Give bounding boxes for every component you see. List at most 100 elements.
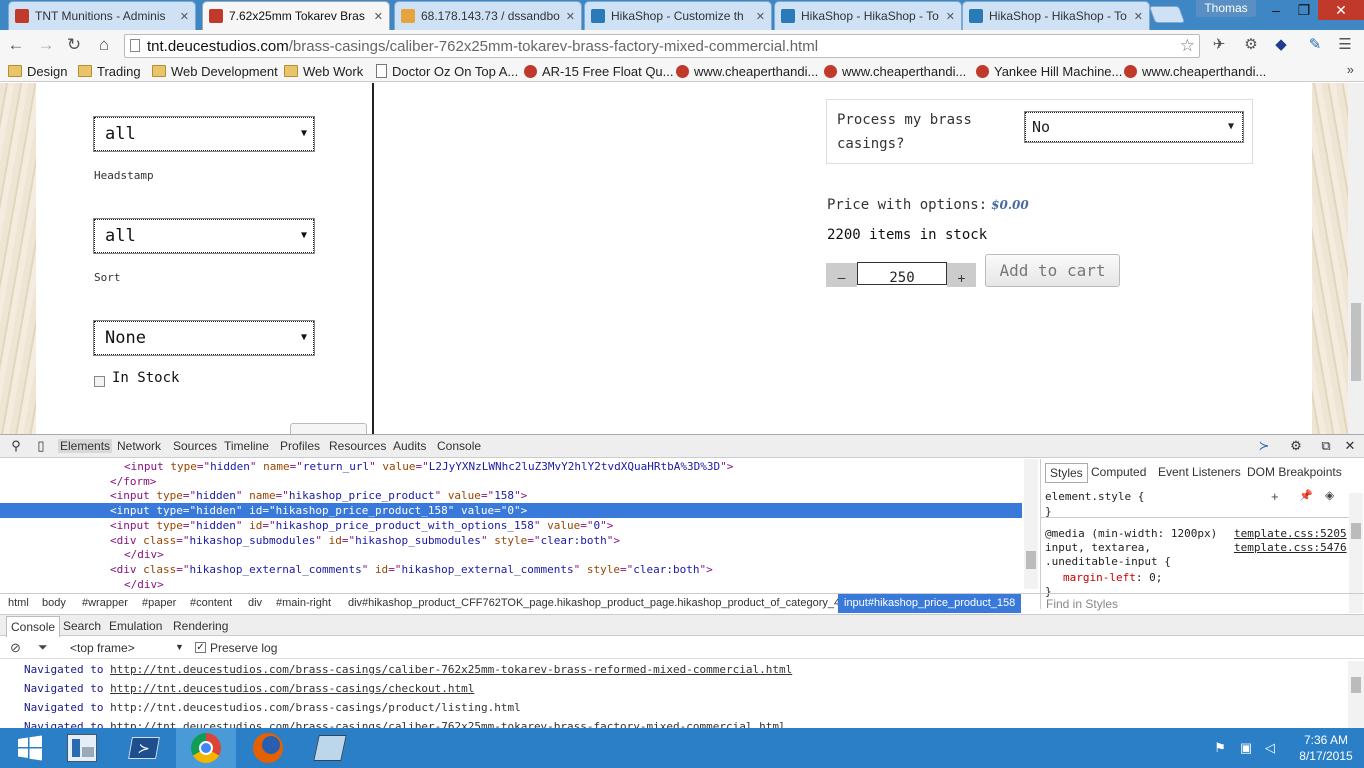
- page-scrollbar-thumb[interactable]: [1351, 303, 1361, 381]
- action-center-flag-icon[interactable]: ⚑: [1212, 740, 1228, 756]
- tab-close-icon[interactable]: ✕: [180, 10, 189, 23]
- breadcrumb-item[interactable]: #content: [190, 597, 232, 609]
- quantity-decrease-button[interactable]: –: [826, 263, 857, 287]
- breadcrumb-item[interactable]: #paper: [142, 597, 176, 609]
- rule-selector[interactable]: input, textarea,: [1045, 541, 1151, 554]
- new-tab-button[interactable]: [1148, 6, 1186, 23]
- server-manager-icon[interactable]: [52, 728, 112, 768]
- styles-tab-event-listeners[interactable]: Event Listeners: [1158, 465, 1241, 479]
- breadcrumb-item[interactable]: html: [8, 597, 29, 609]
- devtools-tab-console[interactable]: Console: [437, 439, 481, 453]
- tab-close-icon[interactable]: ✕: [374, 10, 383, 23]
- bookmark-item[interactable]: Web Development: [152, 62, 278, 80]
- profile-name-badge[interactable]: Thomas: [1196, 0, 1256, 17]
- frame-selector[interactable]: <top frame>: [70, 641, 135, 655]
- breadcrumb-item[interactable]: #wrapper: [82, 597, 128, 609]
- browser-tab[interactable]: TNT Munitions - Adminis ✕: [8, 1, 196, 30]
- devtools-tab-audits[interactable]: Audits: [393, 439, 426, 453]
- add-style-rule-icon[interactable]: +: [1271, 489, 1279, 504]
- system-clock[interactable]: 7:36 AM 8/17/2015: [1296, 732, 1356, 764]
- dom-tree[interactable]: <input type="hidden" name="return_url" v…: [0, 459, 1022, 589]
- sort-select[interactable]: None ▼: [93, 320, 315, 356]
- browser-tab[interactable]: HikaShop - Customize th ✕: [584, 1, 772, 30]
- frame-selector-arrow-icon[interactable]: ▼: [175, 642, 184, 652]
- firefox-icon[interactable]: [238, 728, 298, 768]
- devtools-tab-profiles[interactable]: Profiles: [280, 439, 320, 453]
- css-declaration[interactable]: margin-left: 0;: [1063, 571, 1162, 584]
- tab-close-icon[interactable]: ✕: [946, 10, 955, 23]
- drawer-tab-emulation[interactable]: Emulation: [109, 619, 162, 633]
- forward-icon[interactable]: →: [36, 35, 56, 55]
- bookmark-item[interactable]: Yankee Hill Machine...: [976, 62, 1122, 80]
- dock-side-icon[interactable]: ⧉: [1318, 438, 1334, 454]
- bookmark-item[interactable]: Trading: [78, 62, 141, 80]
- browser-tab[interactable]: HikaShop - HikaShop - To ✕: [962, 1, 1150, 30]
- tab-close-icon[interactable]: ✕: [756, 10, 765, 23]
- console-scrollbar[interactable]: [1348, 661, 1364, 729]
- devtools-tab-elements[interactable]: Elements: [58, 439, 113, 453]
- devtools-tab-sources[interactable]: Sources: [173, 439, 217, 453]
- preserve-log-checkbox[interactable]: ✓: [195, 642, 206, 653]
- drawer-tab-search[interactable]: Search: [63, 619, 101, 633]
- more-bookmarks-icon[interactable]: »: [1347, 62, 1354, 77]
- devtools-settings-icon[interactable]: ⚙: [1288, 438, 1304, 454]
- devtools-tab-resources[interactable]: Resources: [329, 439, 386, 453]
- toggle-element-state-icon[interactable]: 📌: [1299, 489, 1313, 502]
- breadcrumb-item[interactable]: div#hikashop_product_CFF762TOK_page.hika…: [348, 597, 846, 609]
- extension-icon[interactable]: ✈: [1210, 36, 1228, 54]
- bookmark-item[interactable]: Design: [8, 62, 67, 80]
- add-to-cart-button[interactable]: Add to cart: [985, 254, 1120, 287]
- volume-icon[interactable]: ◁: [1262, 740, 1278, 756]
- styles-tab-styles[interactable]: Styles: [1045, 463, 1088, 483]
- devtools-close-icon[interactable]: ✕: [1342, 438, 1358, 454]
- window-close-button[interactable]: ✕: [1318, 0, 1364, 20]
- quantity-increase-button[interactable]: +: [947, 263, 976, 287]
- notepad-icon[interactable]: [300, 728, 360, 768]
- bookmark-item[interactable]: www.cheaperthandi...: [676, 62, 818, 80]
- breadcrumb-item[interactable]: div: [248, 597, 262, 609]
- filter-icon[interactable]: ⏷: [38, 640, 48, 655]
- restore-button[interactable]: ❐: [1290, 0, 1318, 20]
- breadcrumb-item[interactable]: body: [42, 597, 66, 609]
- console-url[interactable]: http://tnt.deucestudios.com/brass-casing…: [110, 663, 792, 676]
- process-brass-select[interactable]: No ▼: [1024, 111, 1244, 143]
- dom-node-line[interactable]: </div>: [0, 547, 1022, 562]
- browser-tab[interactable]: 68.178.143.73 / dssandbo ✕: [394, 1, 582, 30]
- page-scrollbar[interactable]: [1348, 83, 1364, 434]
- dom-node-line[interactable]: <div class="hikashop_external_comments" …: [0, 562, 1022, 577]
- bookmark-item[interactable]: Doctor Oz On Top A...: [376, 62, 518, 80]
- dom-node-line[interactable]: </div>: [0, 577, 1022, 589]
- reload-icon[interactable]: ↻: [64, 35, 84, 55]
- home-icon[interactable]: ⌂: [94, 35, 114, 55]
- bookmark-item[interactable]: www.cheaperthandi...: [824, 62, 966, 80]
- styles-tab-dom-breakpoints[interactable]: DOM Breakpoints: [1247, 465, 1342, 479]
- drawer-tab-rendering[interactable]: Rendering: [173, 619, 228, 633]
- breadcrumb-item[interactable]: input#hikashop_price_product_158: [838, 594, 1022, 613]
- dom-node-line[interactable]: <input type="hidden" id="hikashop_price_…: [0, 503, 1022, 519]
- bookmark-item[interactable]: Web Work: [284, 62, 363, 80]
- filter-submit-button[interactable]: [290, 423, 367, 434]
- minimize-button[interactable]: –: [1262, 0, 1290, 20]
- headstamp-select[interactable]: all ▼: [93, 218, 315, 254]
- inspect-search-icon[interactable]: ⚲: [8, 438, 24, 454]
- filter-select[interactable]: all ▼: [93, 116, 315, 152]
- tab-close-icon[interactable]: ✕: [566, 10, 575, 23]
- dom-scrollbar-thumb[interactable]: [1026, 551, 1036, 569]
- dom-node-line[interactable]: </form>: [0, 474, 1022, 489]
- powershell-icon[interactable]: ≻: [114, 728, 174, 768]
- devtools-tab-timeline[interactable]: Timeline: [224, 439, 269, 453]
- extension-badge-icon[interactable]: ◆: [1272, 36, 1290, 54]
- console-drawer-icon[interactable]: ≻: [1256, 438, 1272, 454]
- bookmark-star-icon[interactable]: ☆: [1180, 36, 1195, 56]
- console-scrollbar-thumb[interactable]: [1351, 677, 1361, 693]
- quantity-input[interactable]: 250: [857, 262, 947, 285]
- devtools-tab-network[interactable]: Network: [117, 439, 161, 453]
- stylesheet-link[interactable]: template.css:5205: [1234, 527, 1347, 540]
- device-mode-icon[interactable]: ▯: [33, 438, 49, 454]
- dom-node-line[interactable]: <div class="hikashop_submodules" id="hik…: [0, 533, 1022, 548]
- tab-close-icon[interactable]: ✕: [1134, 10, 1143, 23]
- network-icon[interactable]: ▣: [1238, 740, 1254, 756]
- color-picker-icon[interactable]: ✎: [1306, 36, 1324, 54]
- styles-tab-computed[interactable]: Computed: [1091, 465, 1146, 479]
- color-format-icon[interactable]: ◈: [1325, 488, 1334, 502]
